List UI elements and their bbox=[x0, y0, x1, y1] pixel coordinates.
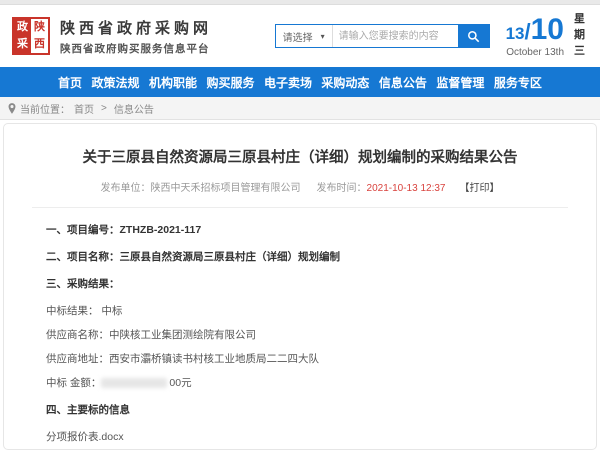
nav-item-procurement-news[interactable]: 采购动态 bbox=[321, 74, 369, 91]
breadcrumb-home[interactable]: 首页 bbox=[74, 101, 94, 116]
nav-item-supervision[interactable]: 监督管理 bbox=[436, 74, 484, 91]
search-category-select[interactable]: 请选择 ▾ bbox=[276, 25, 333, 47]
nav-item-purchase-service[interactable]: 购买服务 bbox=[206, 74, 254, 91]
date-block: 13/10 October 13th bbox=[506, 15, 564, 58]
supplier-name-label: 供应商名称： bbox=[46, 329, 109, 341]
search-input[interactable] bbox=[333, 25, 458, 47]
supplier-name-value: 中陕核工业集团测绘院有限公司 bbox=[109, 329, 256, 341]
site-subtitle: 陕西省政府购买服务信息平台 bbox=[60, 41, 212, 56]
page-title: 关于三原县自然资源局三原县村庄（详细）规划编制的采购结果公告 bbox=[32, 146, 568, 167]
publisher-label: 发布单位： bbox=[101, 183, 151, 194]
bid-result-line: 中标结果： 中标 bbox=[32, 303, 568, 318]
redacted-amount bbox=[101, 378, 167, 388]
publisher-name: 陕西中天禾招标项目管理有限公司 bbox=[151, 183, 301, 194]
site-title: 陕西省政府采购网 bbox=[60, 17, 212, 38]
search-category-label: 请选择 bbox=[283, 29, 313, 44]
nav-item-announcements[interactable]: 信息公告 bbox=[379, 74, 427, 91]
location-pin-icon bbox=[8, 103, 16, 114]
date-numbers: 13/10 bbox=[506, 15, 564, 45]
publish-time-label: 发布时间： bbox=[317, 183, 367, 194]
site-header: 政 陕 采 西 陕西省政府采购网 陕西省政府购买服务信息平台 请选择 ▾ 13/… bbox=[0, 5, 600, 67]
main-nav: 首页 政策法规 机构职能 购买服务 电子卖场 采购动态 信息公告 监督管理 服务… bbox=[0, 67, 600, 97]
supplier-name-line: 供应商名称：中陕核工业集团测绘院有限公司 bbox=[32, 327, 568, 342]
nav-item-e-market[interactable]: 电子卖场 bbox=[264, 74, 312, 91]
supplier-address-label: 供应商地址： bbox=[46, 353, 109, 365]
bid-amount-line: 中标 金额： 00元 bbox=[32, 375, 568, 390]
date-english: October 13th bbox=[506, 48, 564, 58]
publish-time: 2021-10-13 12:37 bbox=[367, 183, 446, 194]
print-button[interactable]: 【打印】 bbox=[459, 183, 499, 194]
project-name-label: 二、项目名称： bbox=[46, 251, 120, 263]
logo-char: 政 bbox=[14, 19, 31, 36]
chevron-down-icon: ▾ bbox=[321, 32, 325, 41]
article-body: 一、项目编号：ZTHZB-2021-117 二、项目名称：三原县自然资源局三原县… bbox=[32, 222, 568, 450]
breadcrumb-prefix: 当前位置： bbox=[20, 101, 70, 116]
project-name-line: 二、项目名称：三原县自然资源局三原县村庄（详细）规划编制 bbox=[32, 249, 568, 264]
bid-amount-suffix: 00元 bbox=[169, 377, 191, 389]
site-logo: 政 陕 采 西 bbox=[12, 17, 50, 55]
logo-char: 采 bbox=[14, 36, 31, 53]
project-number-label: 一、项目编号： bbox=[46, 224, 120, 236]
nav-item-functions[interactable]: 机构职能 bbox=[149, 74, 197, 91]
breadcrumb-current[interactable]: 信息公告 bbox=[114, 101, 154, 116]
date-day: 13 bbox=[506, 24, 525, 43]
logo-char: 西 bbox=[31, 36, 48, 53]
supplier-address-value: 西安市灞桥镇读书村核工业地质局二二四大队 bbox=[109, 353, 319, 365]
main-subject-heading: 四、主要标的信息 bbox=[32, 402, 568, 417]
bid-amount-label: 中标 金额： bbox=[46, 377, 101, 389]
title-divider bbox=[32, 207, 568, 208]
article-meta: 发布单位：陕西中天禾招标项目管理有限公司 发布时间：2021-10-13 12:3… bbox=[32, 179, 568, 194]
project-name-value: 三原县自然资源局三原县村庄（详细）规划编制 bbox=[120, 251, 341, 263]
weekday-label: 星期三 bbox=[574, 12, 588, 60]
supplier-address-line: 供应商地址：西安市灞桥镇读书村核工业地质局二二四大队 bbox=[32, 351, 568, 366]
nav-item-service-zone[interactable]: 服务专区 bbox=[494, 74, 542, 91]
breadcrumb: 当前位置： 首页 > 信息公告 bbox=[0, 97, 600, 120]
bid-result-label: 中标结果： bbox=[46, 305, 99, 317]
search-icon bbox=[467, 30, 480, 43]
logo-char: 陕 bbox=[31, 19, 48, 36]
result-section-heading: 三、采购结果： bbox=[32, 276, 568, 291]
bid-result-value: 中标 bbox=[101, 305, 122, 317]
nav-item-home[interactable]: 首页 bbox=[58, 74, 82, 91]
project-number-line: 一、项目编号：ZTHZB-2021-117 bbox=[32, 222, 568, 237]
breadcrumb-separator: > bbox=[101, 103, 107, 114]
nav-item-policies[interactable]: 政策法规 bbox=[91, 74, 139, 91]
project-number-value: ZTHZB-2021-117 bbox=[120, 224, 202, 236]
search-bar: 请选择 ▾ bbox=[275, 24, 490, 48]
date-month: 10 bbox=[531, 13, 564, 46]
site-titles: 陕西省政府采购网 陕西省政府购买服务信息平台 bbox=[60, 17, 212, 56]
attachment-link[interactable]: 分项报价表.docx bbox=[32, 429, 568, 444]
search-button[interactable] bbox=[458, 25, 489, 47]
announcement-card: 关于三原县自然资源局三原县村庄（详细）规划编制的采购结果公告 发布单位：陕西中天… bbox=[3, 123, 597, 450]
